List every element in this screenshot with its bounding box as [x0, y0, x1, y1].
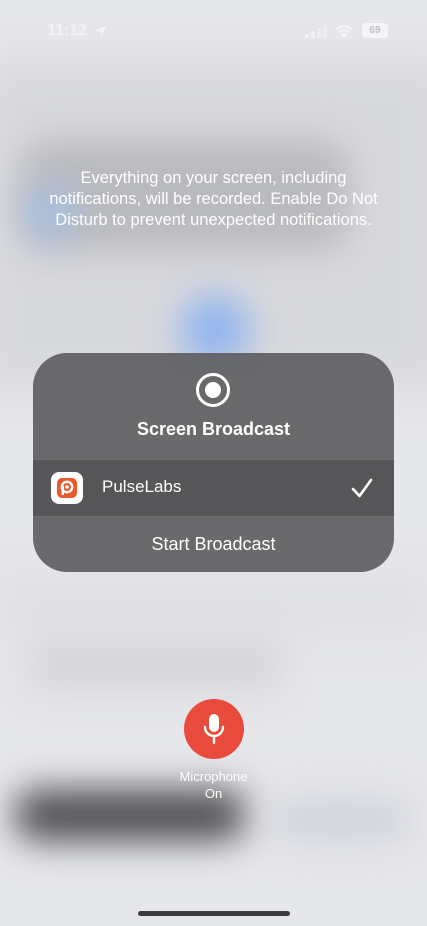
broadcast-app-option-pulselabs[interactable]: PulseLabs: [33, 459, 394, 517]
background-shape: [30, 640, 280, 690]
background-shape: [0, 575, 427, 635]
screen-broadcast-panel: Screen Broadcast PulseLabs Start Broadca…: [33, 353, 394, 572]
microphone-toggle-button[interactable]: [184, 699, 244, 759]
panel-title: Screen Broadcast: [136, 419, 291, 439]
wifi-icon: [335, 25, 353, 38]
battery-icon: 69: [362, 23, 388, 38]
microphone-icon: [203, 714, 225, 745]
home-indicator[interactable]: [138, 911, 290, 916]
checkmark-icon: [351, 478, 373, 498]
start-broadcast-button[interactable]: Start Broadcast: [33, 516, 394, 572]
pulselabs-app-icon: [51, 472, 83, 504]
location-arrow-icon: [95, 25, 107, 37]
microphone-title: Microphone: [179, 769, 248, 784]
status-bar: 11:12 69: [0, 0, 427, 60]
microphone-label: Microphone On: [150, 768, 277, 802]
status-time: 11:12: [47, 22, 88, 39]
record-icon: [196, 373, 230, 407]
battery-level: 69: [369, 25, 381, 36]
recording-warning-text: Everything on your screen, including not…: [49, 169, 378, 229]
app-name: PulseLabs: [102, 477, 182, 496]
microphone-state: On: [204, 786, 223, 801]
background-shape: [270, 800, 410, 840]
cellular-signal-icon: [305, 26, 327, 38]
